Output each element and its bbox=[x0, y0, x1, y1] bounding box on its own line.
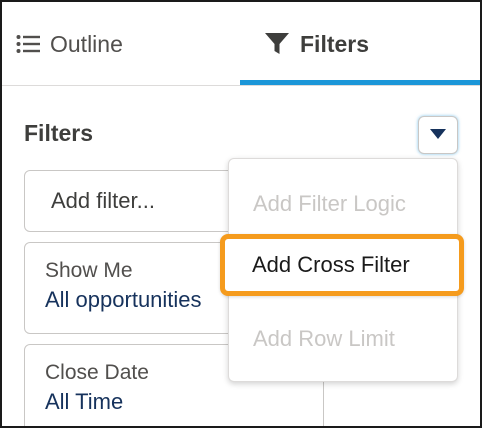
list-icon bbox=[16, 34, 40, 54]
tab-bar: Outline Filters bbox=[2, 2, 480, 86]
filter-value: All Time bbox=[45, 389, 124, 414]
tab-outline-label: Outline bbox=[50, 30, 123, 57]
menu-item-add-row-limit[interactable]: Add Row Limit bbox=[253, 326, 395, 352]
filters-menu-button[interactable] bbox=[418, 116, 458, 154]
add-filter-placeholder: Add filter... bbox=[51, 188, 155, 213]
tab-filters[interactable]: Filters bbox=[264, 2, 369, 86]
active-tab-indicator bbox=[240, 80, 480, 85]
menu-item-add-cross-filter[interactable]: Add Cross Filter bbox=[220, 234, 464, 296]
triangle-down-icon bbox=[430, 126, 446, 144]
filters-panel: Outline Filters Filters Add filter... Sh… bbox=[0, 0, 482, 428]
panel-title: Filters bbox=[24, 120, 94, 146]
tab-outline[interactable]: Outline bbox=[16, 2, 123, 86]
menu-item-add-filter-logic[interactable]: Add Filter Logic bbox=[253, 191, 406, 217]
funnel-icon bbox=[264, 32, 290, 56]
tab-filters-label: Filters bbox=[300, 30, 370, 57]
